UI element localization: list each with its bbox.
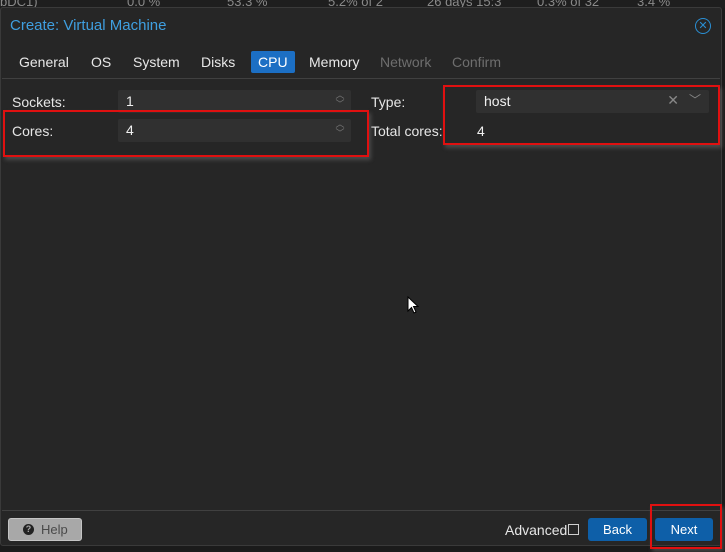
spinner-arrows-icon[interactable]: ︿ ﹀: [335, 91, 345, 111]
help-button[interactable]: ? Help: [8, 518, 82, 541]
mouse-cursor-icon: [407, 295, 420, 319]
tab-network: Network: [380, 54, 432, 70]
advanced-checkbox[interactable]: [568, 524, 579, 535]
highlight-type: [443, 85, 720, 145]
tab-system[interactable]: System: [126, 51, 187, 73]
question-icon: ?: [23, 524, 34, 535]
advanced-label: Advanced: [505, 522, 568, 538]
highlight-next: [650, 504, 722, 549]
dialog-title: Create: Virtual Machine: [10, 17, 167, 34]
tab-general[interactable]: General: [12, 51, 76, 73]
type-label: Type:: [371, 94, 406, 110]
back-button[interactable]: Back: [588, 518, 647, 541]
highlight-cores: [3, 110, 369, 157]
tab-confirm: Confirm: [452, 54, 502, 70]
total-cores-label: Total cores:: [371, 123, 443, 139]
sockets-label: Sockets:: [12, 94, 66, 110]
help-label: Help: [41, 522, 68, 537]
tab-os[interactable]: OS: [84, 51, 118, 73]
wizard-tabs: General OS System Disks CPU Memory Netwo…: [2, 46, 720, 79]
close-icon[interactable]: ✕: [695, 18, 711, 34]
tab-disks[interactable]: Disks: [194, 51, 242, 73]
dialog-footer: ? Help Advanced Back Next: [2, 510, 720, 546]
tab-memory[interactable]: Memory: [302, 51, 367, 73]
sockets-value: 1: [126, 93, 134, 109]
tab-cpu[interactable]: CPU: [251, 51, 295, 73]
